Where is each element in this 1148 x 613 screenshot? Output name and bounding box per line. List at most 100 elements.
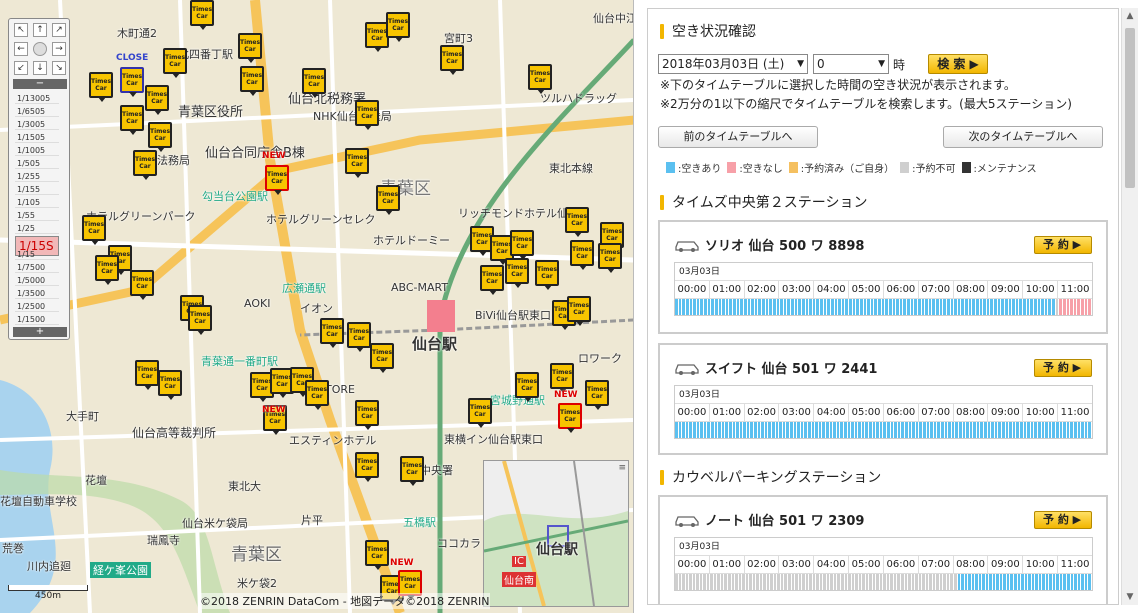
zoom-level-item[interactable]: 1/1505 [15, 132, 59, 143]
next-timetable-button[interactable]: 次のタイムテーブルへ [943, 126, 1103, 148]
car-station-pin[interactable]: TimesCar [82, 215, 106, 245]
zoom-level-item[interactable]: 1/7500 [15, 262, 59, 273]
zoom-level-item[interactable]: 1/5000 [15, 275, 59, 286]
car-station-pin[interactable]: TimesCar [355, 100, 379, 130]
car-station-pin[interactable]: TimesCar [355, 400, 379, 430]
zoom-level-item[interactable]: 1/6505 [15, 106, 59, 117]
car-station-pin[interactable]: TimesCar [133, 150, 157, 180]
car-station-pin[interactable]: TimesCar [370, 343, 394, 373]
car-station-pin[interactable]: TimesCar [190, 0, 214, 30]
scroll-up-icon[interactable]: ▲ [1122, 8, 1138, 24]
car-station-pin[interactable]: TimesCar [120, 105, 144, 135]
pan-left-icon[interactable]: ← [14, 42, 28, 56]
car-station-pin[interactable]: TimesCar [598, 243, 622, 273]
car-station-pin[interactable]: TimesCar [565, 207, 589, 237]
pan-down-icon[interactable]: ↓ [33, 61, 47, 75]
car-station-pin[interactable]: TimesCar [95, 255, 119, 285]
pan-up-left-icon[interactable]: ↖ [14, 23, 28, 37]
car-station-pin[interactable]: TimesCar [158, 370, 182, 400]
panel-scrollbar[interactable]: ▲ ▼ [1121, 8, 1138, 605]
car-station-pin[interactable]: TimesCar [305, 380, 329, 410]
zoom-level-item[interactable]: 1/55 [15, 210, 59, 221]
car-station-pin[interactable]: TimesCar [365, 540, 389, 570]
car-station-pin[interactable]: TimesCar [345, 148, 369, 178]
car-station-pin[interactable]: TimesCar [400, 456, 424, 486]
zoom-level-item[interactable]: 1/105 [15, 197, 59, 208]
hour-select[interactable]: 0 ▼ [813, 54, 889, 74]
overview-map[interactable]: 仙台駅 IC 仙台南 ≡ [483, 460, 629, 607]
zoom-level-item[interactable]: 1/505 [15, 158, 59, 169]
car-station-pin[interactable]: TimesCar [468, 398, 492, 428]
map-view[interactable]: 木町通2 北四番丁駅 青葉区役所 仙台北税務署 NHK仙台放送局 法務局 仙台合… [0, 0, 634, 613]
car-station-pin[interactable]: TimesCar [135, 360, 159, 390]
car-station-pin[interactable]: TimesCar [145, 85, 169, 115]
zoom-level-item[interactable]: 1/3005 [15, 119, 59, 130]
car-station-pin[interactable]: TimesCar [148, 122, 172, 152]
pan-center-icon[interactable] [33, 42, 47, 56]
hour-label: 07:00 [919, 404, 954, 421]
car-station-pin[interactable]: TimesCar [320, 318, 344, 348]
scroll-thumb[interactable] [1125, 28, 1135, 188]
car-station-pin[interactable]: TimesCar [130, 270, 154, 300]
car-station-pin[interactable]: TimesCar [163, 48, 187, 78]
car-station-pin[interactable]: TimesCar [505, 258, 529, 288]
map-label: 仙台合同庁舎B棟 [205, 146, 305, 161]
zoom-level-item[interactable]: 1/1500 [15, 314, 59, 325]
pan-up-icon[interactable]: ↑ [33, 23, 47, 37]
car-station-pin[interactable]: TimesCar [265, 165, 289, 195]
pan-up-right-icon[interactable]: ↗ [52, 23, 66, 37]
car-station-pin[interactable]: TimesCar [89, 72, 113, 102]
zoom-level-item[interactable]: 1/25 [15, 223, 59, 234]
timetable-slots[interactable] [675, 574, 1092, 590]
car-station-pin[interactable]: TimesCar [585, 380, 609, 410]
zoom-in-button[interactable]: + [13, 327, 67, 337]
car-station-pin[interactable]: TimesCar [535, 260, 559, 290]
zoom-level-item[interactable]: 1/15 [15, 249, 59, 260]
zoom-level-item[interactable]: 1/2500 [15, 301, 59, 312]
car-station-pin[interactable]: TimesCar [528, 64, 552, 94]
car-station-pin[interactable]: TimesCar [386, 12, 410, 42]
car-station-pin[interactable]: TimesCar [567, 296, 591, 326]
timetable-slots[interactable] [675, 299, 1092, 315]
time-slot[interactable] [1088, 299, 1092, 315]
times-car-logo: TimesCar [506, 264, 528, 278]
car-station-pin[interactable]: TimesCar [376, 185, 400, 215]
times-car-logo: TimesCar [303, 74, 325, 88]
car-station-pin[interactable]: TimesCar [550, 363, 574, 393]
reserve-button[interactable]: 予 約 ▶ [1034, 511, 1092, 529]
car-station-pin[interactable]: TimesCar [510, 230, 534, 260]
overview-toggle-icon[interactable]: ≡ [618, 463, 626, 473]
car-station-pin[interactable]: TimesCar [480, 265, 504, 295]
zoom-level-item[interactable]: 1/1005 [15, 145, 59, 156]
scroll-down-icon[interactable]: ▼ [1122, 589, 1138, 605]
zoom-level-item[interactable]: 1/13005 [15, 93, 59, 104]
car-station-pin[interactable]: TimesCar [440, 45, 464, 75]
car-station-pin[interactable]: TimesCar [120, 67, 144, 97]
time-slot[interactable] [1088, 422, 1092, 438]
timetable-slots[interactable] [675, 422, 1092, 438]
reserve-button[interactable]: 予 約 ▶ [1034, 236, 1092, 254]
car-station-pin[interactable]: TimesCar [302, 68, 326, 98]
prev-timetable-button[interactable]: 前のタイムテーブルへ [658, 126, 818, 148]
car-station-pin[interactable]: TimesCar [188, 305, 212, 335]
search-button[interactable]: 検 索 ▶ [928, 54, 988, 74]
car-station-pin[interactable]: TimesCar [558, 403, 582, 433]
close-label[interactable]: CLOSE [116, 53, 148, 63]
car-station-pin[interactable]: TimesCar [515, 372, 539, 402]
pan-down-right-icon[interactable]: ↘ [52, 61, 66, 75]
zoom-level-item[interactable]: 1/155 [15, 184, 59, 195]
car-station-pin[interactable]: TimesCar [355, 452, 379, 482]
car-station-pin[interactable]: TimesCar [570, 240, 594, 270]
car-station-pin[interactable]: TimesCar [347, 322, 371, 352]
time-slot[interactable] [1088, 574, 1092, 590]
zoom-level-item[interactable]: 1/3500 [15, 288, 59, 299]
pan-right-icon[interactable]: → [52, 42, 66, 56]
map-label: 仙台米ケ袋局 [182, 517, 248, 530]
pan-down-left-icon[interactable]: ↙ [14, 61, 28, 75]
reserve-button[interactable]: 予 約 ▶ [1034, 359, 1092, 377]
date-select[interactable]: 2018年03月03日 (土) ▼ [658, 54, 808, 74]
car-station-pin[interactable]: TimesCar [238, 33, 262, 63]
zoom-out-button[interactable]: − [13, 79, 67, 89]
zoom-level-item[interactable]: 1/255 [15, 171, 59, 182]
car-station-pin[interactable]: TimesCar [240, 66, 264, 96]
